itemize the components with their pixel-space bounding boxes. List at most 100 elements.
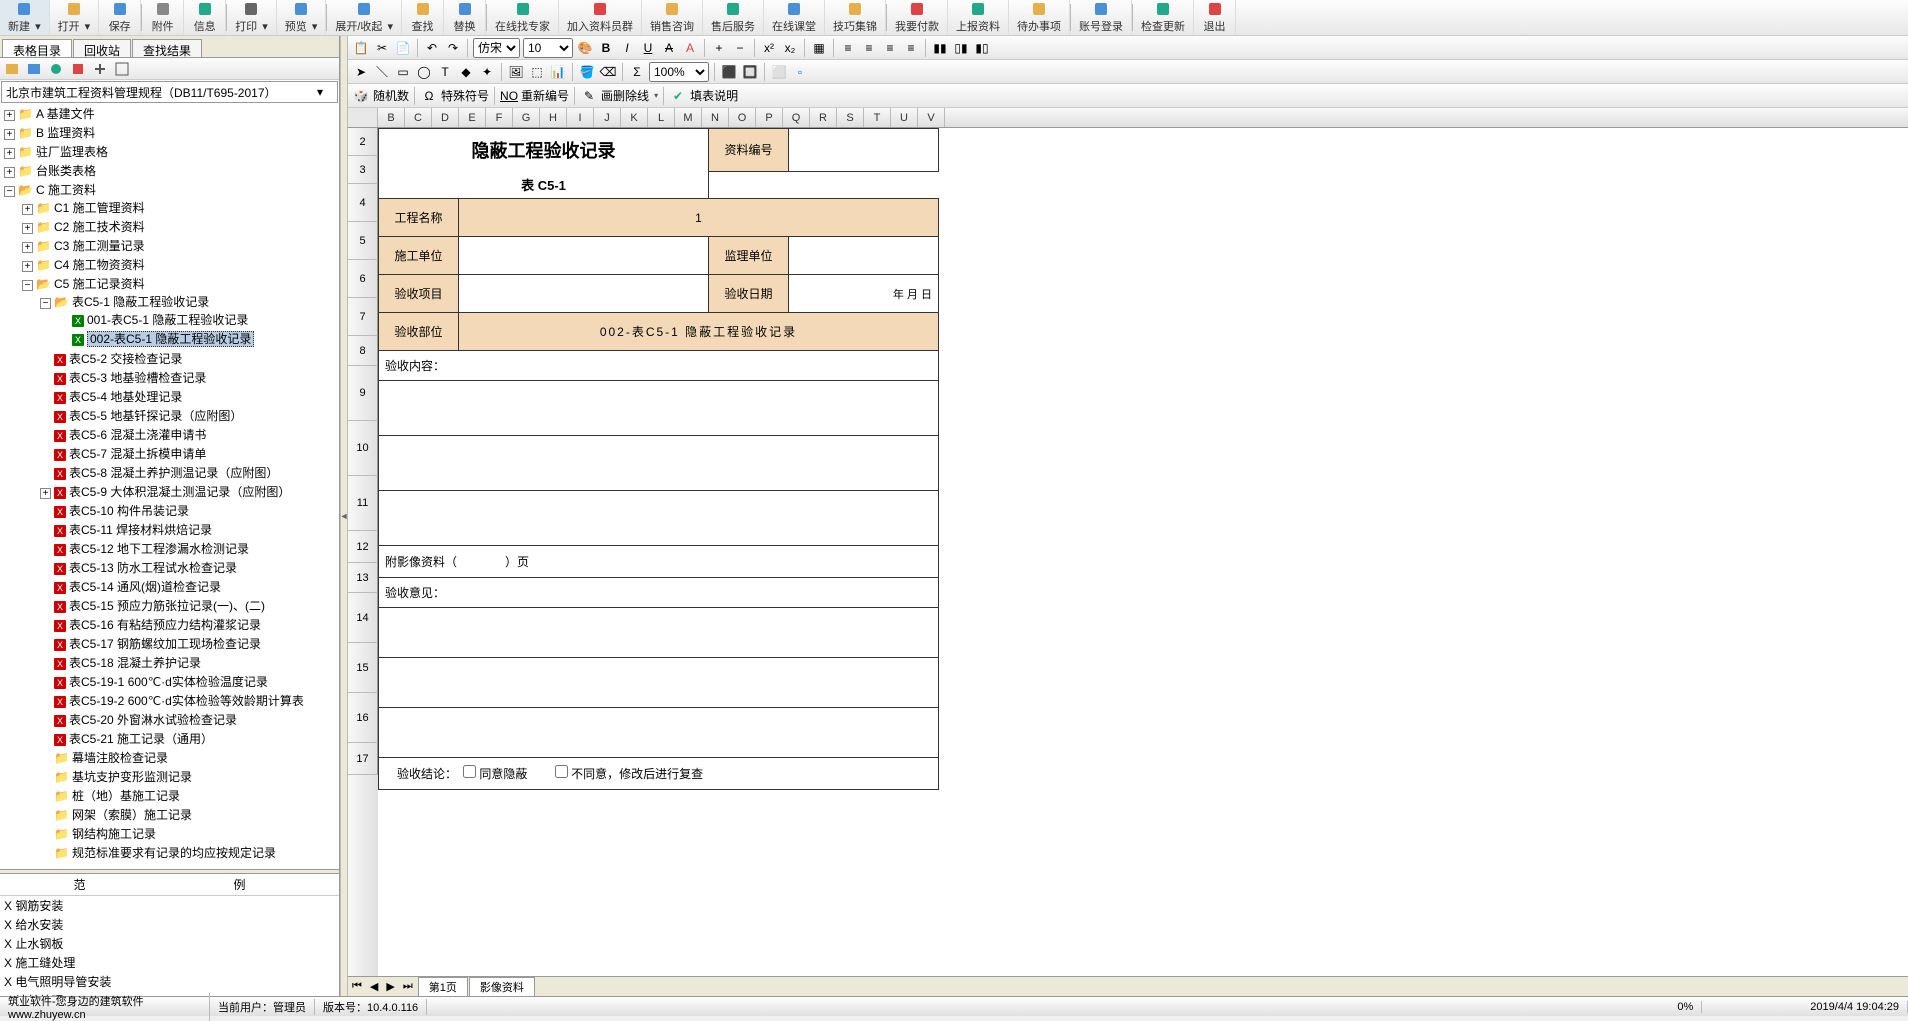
example-item[interactable]: X 电气照明导管安装 [0, 972, 339, 991]
tree-node-c5-1[interactable]: 表C5-1 隐蔽工程验收记录 [72, 295, 209, 309]
toolbar-查找[interactable]: 查找 [402, 0, 444, 35]
left-tab-0[interactable]: 表格目录 [2, 39, 72, 57]
align-center-icon[interactable]: ≡ [860, 39, 878, 57]
sigma-icon[interactable]: Σ [628, 63, 646, 81]
toolbar-展开/收起[interactable]: 展开/收起 ▾ [327, 0, 402, 35]
font-color-icon[interactable]: 🎨 [576, 39, 594, 57]
random-label[interactable]: 随机数 [373, 87, 409, 104]
attach-row[interactable]: 附影像资料（ ）页 [379, 546, 939, 578]
eraser-icon[interactable]: ⌫ [599, 63, 617, 81]
tree-node-b[interactable]: B 监理资料 [36, 126, 95, 140]
border-icon[interactable]: ▦ [810, 39, 828, 57]
col-header[interactable]: E [459, 108, 486, 127]
sheet-nav-first-icon[interactable]: ⏮ [348, 980, 366, 993]
sub-icon[interactable]: x₂ [781, 39, 799, 57]
col-header[interactable]: I [567, 108, 594, 127]
tree-node-c5-17[interactable]: 表C5-17 钢筋螺纹加工现场检查记录 [69, 637, 261, 651]
tree-node-zg[interactable]: 驻厂监理表格 [36, 145, 108, 159]
tree-node-c4[interactable]: C4 施工物资资料 [54, 258, 145, 272]
row-header[interactable]: 13 [348, 563, 378, 593]
example-item[interactable]: X 钢筋安装 [0, 896, 339, 915]
tree-node-gj[interactable]: 钢结构施工记录 [72, 827, 156, 841]
agree-checkbox[interactable] [463, 765, 476, 778]
col-header[interactable]: H [540, 108, 567, 127]
tree-node-c5-12[interactable]: 表C5-12 地下工程渗漏水检测记录 [69, 542, 249, 556]
tree-node-gf[interactable]: 规范标准要求有记录的均应按规定记录 [72, 846, 276, 860]
fill-icon[interactable]: 🪣 [578, 63, 596, 81]
sheet-area[interactable]: 234567891011121314151617 隐蔽工程验收记录 资料编号 表… [348, 128, 1908, 976]
col-header[interactable]: V [918, 108, 945, 127]
line-icon[interactable]: ＼ [373, 63, 391, 81]
italic-icon[interactable]: I [618, 39, 636, 57]
tool-d-icon[interactable]: ▫ [791, 63, 809, 81]
shape2-icon[interactable]: ✦ [478, 63, 496, 81]
tree-node-c5-5[interactable]: 表C5-5 地基钎探记录（应附图） [69, 409, 242, 423]
toolbar-信息[interactable]: 信息 [184, 0, 226, 35]
img-icon[interactable]: 🖼 [507, 63, 525, 81]
plus-icon[interactable]: + [710, 39, 728, 57]
col-header[interactable]: Q [783, 108, 810, 127]
col-header[interactable]: B [378, 108, 405, 127]
barcode3-icon[interactable]: ▮▯ [973, 39, 991, 57]
toolbar-预览[interactable]: 预览 ▾ [277, 0, 327, 35]
row-header[interactable]: 12 [348, 531, 378, 563]
align-right-icon[interactable]: ≡ [881, 39, 899, 57]
tree-node-c2[interactable]: C2 施工技术资料 [54, 220, 145, 234]
special-label[interactable]: 特殊符号 [441, 87, 489, 104]
fillinst-label[interactable]: 填表说明 [690, 87, 738, 104]
size-select[interactable]: 10 [523, 38, 573, 58]
opinion-cell-3[interactable] [379, 708, 939, 758]
super-unit-cell[interactable] [789, 237, 939, 275]
col-header[interactable]: N [702, 108, 729, 127]
col-header[interactable]: R [810, 108, 837, 127]
example-item[interactable]: X 给水安装 [0, 915, 339, 934]
collapse-handle[interactable]: ◄ [340, 36, 348, 996]
toolbar-待办事项[interactable]: 待办事项 [1009, 0, 1070, 35]
tree-node-c1[interactable]: C1 施工管理资料 [54, 201, 145, 215]
example-item[interactable]: X 止水钢板 [0, 934, 339, 953]
text-icon[interactable]: T [436, 63, 454, 81]
tree-node-c5-9[interactable]: 表C5-9 大体积混凝土测温记录（应附图） [69, 485, 290, 499]
delline-icon[interactable]: ✎ [580, 87, 598, 105]
accept-item-cell[interactable] [459, 275, 709, 313]
row-header[interactable]: 4 [348, 184, 378, 222]
col-header[interactable]: P [756, 108, 783, 127]
content-cell-3[interactable] [379, 491, 939, 546]
strike-icon[interactable]: A [660, 39, 678, 57]
col-header[interactable]: M [675, 108, 702, 127]
row-header[interactable]: 9 [348, 366, 378, 421]
barcode2-icon[interactable]: ▯▮ [952, 39, 970, 57]
arrow-icon[interactable]: ➤ [352, 63, 370, 81]
tree-node-jk[interactable]: 基坑支护变形监测记录 [72, 770, 192, 784]
toolbar-退出[interactable]: 退出 [1194, 0, 1236, 35]
row-header[interactable]: 3 [348, 156, 378, 184]
renum-label[interactable]: 重新编号 [521, 87, 569, 104]
toolbar-在线找专家[interactable]: 在线找专家 [487, 0, 559, 35]
cut-icon[interactable]: ✂ [373, 39, 391, 57]
barcode1-icon[interactable]: ▮▮ [931, 39, 949, 57]
col-header[interactable]: D [432, 108, 459, 127]
tree-node-c5-19-1[interactable]: 表C5-19-1 600℃·d实体检验温度记录 [69, 675, 268, 689]
shape1-icon[interactable]: ◆ [457, 63, 475, 81]
opinion-cell-2[interactable] [379, 658, 939, 708]
proj-name-cell[interactable]: 1 [459, 199, 939, 237]
tree-node-c5-20[interactable]: 表C5-20 外窗淋水试验检查记录 [69, 713, 237, 727]
row-header[interactable]: 14 [348, 593, 378, 643]
tree-node-wj[interactable]: 网架（索膜）施工记录 [72, 808, 192, 822]
tree-node-c5-15[interactable]: 表C5-15 预应力筋张拉记录(一)、(二) [69, 599, 265, 613]
toolbar-替换[interactable]: 替换 [444, 0, 486, 35]
tree-btn-1[interactable] [4, 61, 20, 77]
row-header[interactable]: 11 [348, 476, 378, 531]
row-header[interactable]: 17 [348, 743, 378, 775]
tree-btn-6[interactable] [114, 61, 130, 77]
toolbar-保存[interactable]: 保存 [99, 0, 141, 35]
path-dropdown-icon[interactable]: ▾ [317, 85, 333, 99]
row-header[interactable]: 16 [348, 693, 378, 743]
fillinst-icon[interactable]: ✔ [669, 87, 687, 105]
row-header[interactable]: 8 [348, 336, 378, 366]
toolbar-新建[interactable]: 新建 ▾ [0, 0, 50, 35]
bold-icon[interactable]: B [597, 39, 615, 57]
toolbar-账号登录[interactable]: 账号登录 [1071, 0, 1132, 35]
row-header[interactable]: 6 [348, 260, 378, 298]
tree-node-c5-6[interactable]: 表C5-6 混凝土浇灌申请书 [69, 428, 206, 442]
